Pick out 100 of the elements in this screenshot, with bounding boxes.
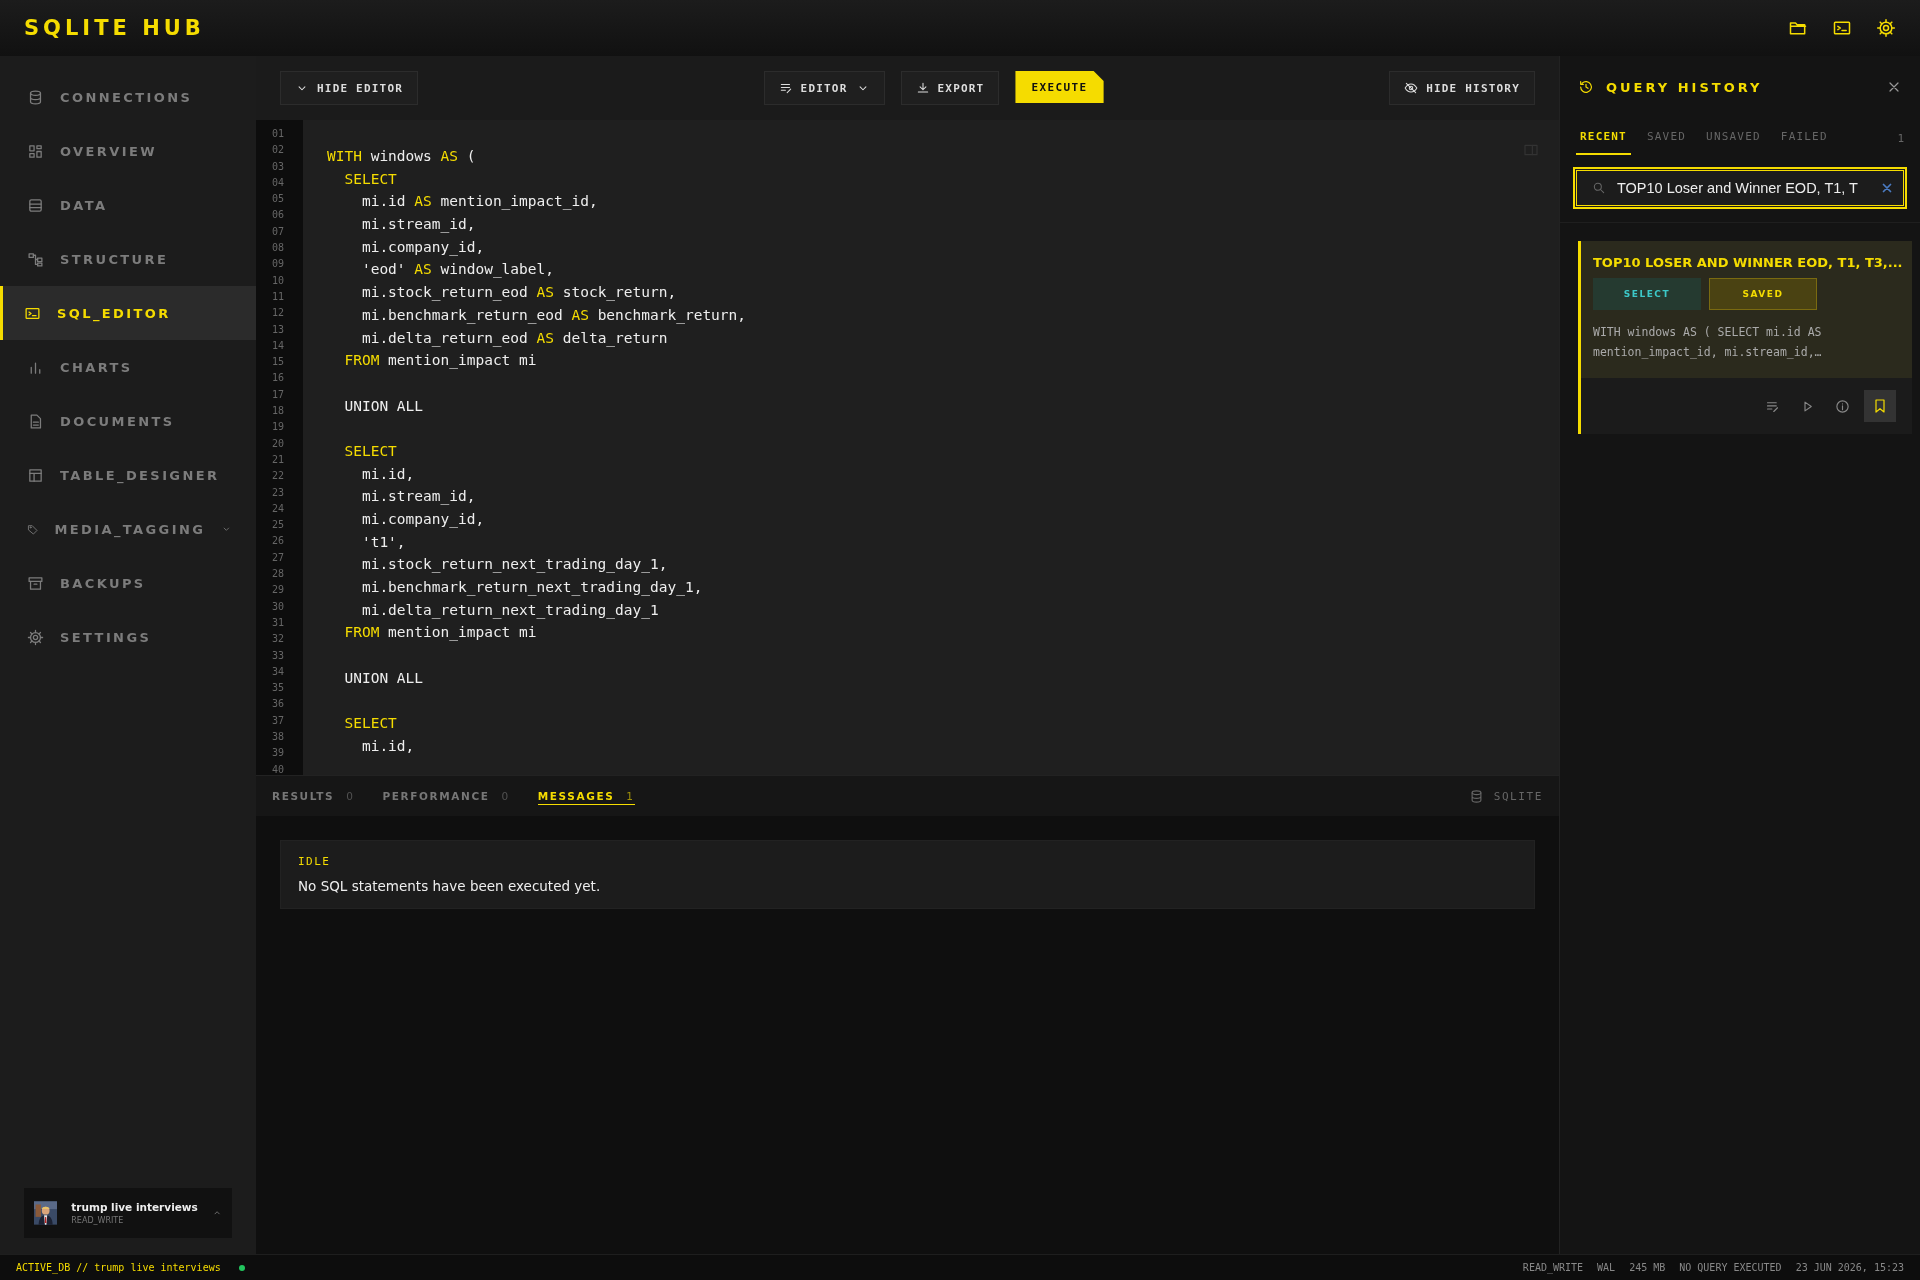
history-entry[interactable]: TOP10 LOSER AND WINNER EOD, T1, T3,... SELECT SAVED WITH windows AS ( SELECT mi.id AS mention_impact_id, mi.stream_id,… xyxy=(1578,241,1912,434)
execute-button[interactable]: EXECUTE xyxy=(1015,71,1104,103)
code-line: mi.stock_return_eod AS stock_return, xyxy=(360,283,678,303)
line-number: 07 xyxy=(271,224,286,239)
clear-icon[interactable] xyxy=(1880,181,1894,195)
line-number: 03 xyxy=(271,159,286,174)
line-number: 22 xyxy=(271,469,286,484)
nav-icon xyxy=(27,466,44,484)
engine-label: SQLITE xyxy=(1493,789,1543,803)
code-line: SELECT xyxy=(343,169,398,189)
message-status: IDLE xyxy=(298,855,332,868)
line-number: 30 xyxy=(271,599,286,614)
line-number: 09 xyxy=(271,257,286,272)
line-number: 10 xyxy=(271,273,286,288)
line-number: 14 xyxy=(271,338,286,353)
nav-item[interactable]: BACKUPS xyxy=(0,556,256,610)
line-number: 35 xyxy=(271,681,286,696)
line-number: 05 xyxy=(271,192,286,207)
code-line: mi.benchmark_return_next_trading_day_1, xyxy=(360,578,704,598)
eye-off-icon xyxy=(1404,81,1419,95)
nav-icon xyxy=(27,628,44,646)
line-number: 24 xyxy=(271,501,286,516)
nav-item[interactable]: DATA xyxy=(0,178,256,232)
search-field[interactable]: TOP10 Loser and Winner EOD, T1, T xyxy=(1574,168,1906,208)
panel-title: QUERY HISTORY xyxy=(1606,79,1763,95)
query-preview: WITH windows AS ( SELECT mi.id AS mention_impact_id, mi.stream_id,… xyxy=(1593,324,1823,361)
code-line: 't1', xyxy=(360,532,407,552)
line-number: 23 xyxy=(271,485,286,500)
line-number: 34 xyxy=(271,664,286,679)
history-count: 1 xyxy=(1897,131,1904,145)
results-tab[interactable]: RESULTS 0 xyxy=(272,787,355,805)
line-number: 17 xyxy=(271,387,286,402)
app-logo: SQLITE HUB xyxy=(24,16,205,40)
nav-item[interactable]: CONNECTIONS xyxy=(0,70,256,124)
line-number: 27 xyxy=(271,550,286,565)
history-tab[interactable]: FAILED xyxy=(1776,121,1832,155)
history-icon xyxy=(1578,79,1594,95)
code-line: SELECT xyxy=(343,714,398,734)
line-number: 25 xyxy=(271,518,286,533)
export-button[interactable]: EXPORT xyxy=(900,71,1000,105)
code-line: mi.benchmark_return_eod AS benchmark_return, xyxy=(360,305,747,326)
nav-item[interactable]: OVERVIEW xyxy=(0,124,256,178)
line-number: 38 xyxy=(271,730,286,744)
code-line: UNION ALL xyxy=(343,668,425,688)
search-icon xyxy=(1592,181,1606,195)
nav-icon xyxy=(27,142,44,160)
active-db-label: ACTIVE_DB // trump live interviews xyxy=(16,1262,221,1273)
history-tab[interactable]: RECENT xyxy=(1576,121,1631,155)
download-icon xyxy=(915,81,930,95)
bookmark-button[interactable] xyxy=(1864,390,1896,422)
profile-role: READ_WRITE xyxy=(71,1216,125,1225)
line-number: 29 xyxy=(271,583,286,598)
bookmark-icon xyxy=(1872,398,1888,414)
line-number: 02 xyxy=(271,143,286,158)
nav-item[interactable]: DOCUMENTS xyxy=(0,394,256,448)
line-number: 36 xyxy=(271,697,286,712)
nav-item[interactable]: SETTINGS xyxy=(0,610,256,664)
hide-history-button[interactable]: HIDE HISTORY xyxy=(1389,71,1535,105)
line-number: 37 xyxy=(271,713,286,728)
history-tab[interactable]: SAVED xyxy=(1642,121,1691,155)
line-number: 33 xyxy=(271,648,286,663)
line-number: 31 xyxy=(271,615,286,630)
history-tab[interactable]: UNSAVED xyxy=(1702,121,1765,155)
nav-item[interactable]: TABLE_DESIGNER xyxy=(0,448,256,502)
nav-item[interactable]: SQL_EDITOR xyxy=(0,286,256,340)
code-line: mi.stream_id, xyxy=(360,215,477,235)
line-number: 19 xyxy=(271,420,286,435)
hide-editor-button[interactable]: HIDE EDITOR xyxy=(280,71,419,105)
nav-item[interactable]: MEDIA_TAGGING xyxy=(0,502,256,556)
line-number: 16 xyxy=(271,371,286,386)
line-number: 06 xyxy=(271,208,286,223)
line-number: 21 xyxy=(271,452,286,467)
code-line: 'eod' AS window_label, xyxy=(360,260,555,280)
profile-card[interactable]: trump live interviews READ_WRITE xyxy=(24,1188,232,1238)
info-icon[interactable] xyxy=(1835,398,1850,414)
status-badge: SAVED xyxy=(1709,278,1817,310)
line-number: 13 xyxy=(271,322,286,337)
nav-item[interactable]: STRUCTURE xyxy=(0,232,256,286)
database-icon xyxy=(1468,788,1484,804)
line-number: 08 xyxy=(271,241,286,256)
edit-lines-icon xyxy=(778,81,793,95)
query-type-badge: SELECT xyxy=(1593,278,1701,310)
code-line: mi.company_id, xyxy=(360,510,486,530)
results-tab[interactable]: MESSAGES 1 xyxy=(537,787,635,805)
profile-name: trump live interviews xyxy=(71,1201,198,1213)
status-item: WAL xyxy=(1597,1262,1616,1273)
code-line: FROM mention_impact mi xyxy=(343,351,538,371)
nav-icon xyxy=(27,574,44,592)
line-number: 18 xyxy=(271,404,286,419)
line-number: 11 xyxy=(271,289,286,304)
code-line: FROM mention_impact mi xyxy=(343,623,538,643)
code-line: mi.stock_return_next_trading_day_1, xyxy=(360,555,669,575)
settings-icon[interactable] xyxy=(1876,18,1896,38)
terminal-icon[interactable] xyxy=(1832,18,1852,38)
line-number: 26 xyxy=(271,534,286,549)
editor-mode-dropdown[interactable]: EDITOR xyxy=(763,71,885,105)
nav-item[interactable]: CHARTS xyxy=(0,340,256,394)
line-number: 01 xyxy=(271,127,286,141)
nav-icon xyxy=(27,196,44,214)
nav-icon xyxy=(27,250,44,268)
